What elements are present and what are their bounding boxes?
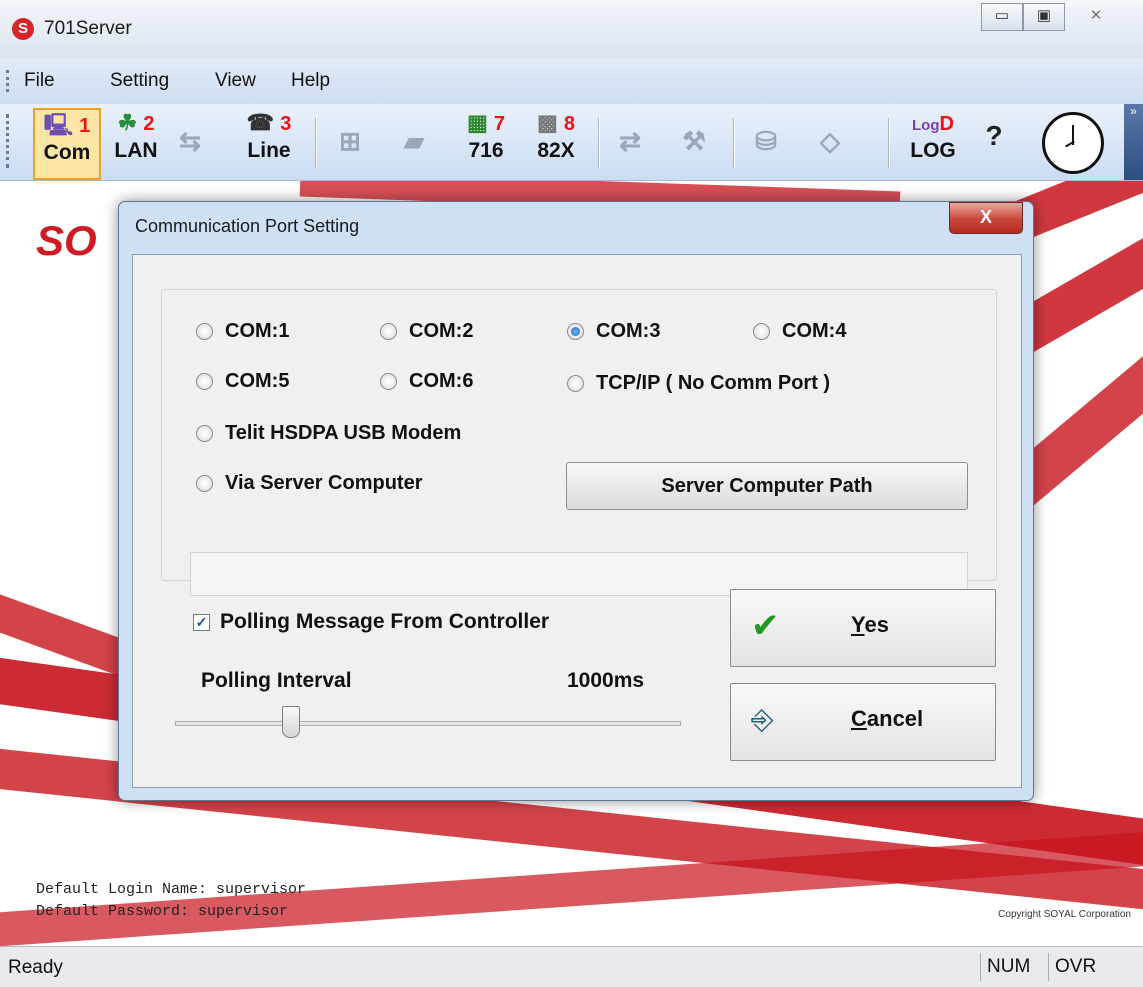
status-num: NUM: [980, 953, 1048, 981]
login-info: Default Login Name: supervisor Default P…: [36, 879, 306, 923]
log-icon: Log: [912, 117, 940, 134]
toolbar-716-button[interactable]: ▦ 7 716: [456, 108, 516, 176]
network-icon: ☘: [117, 110, 138, 135]
toolbar-82x-button[interactable]: ▩ 8 82X: [526, 108, 586, 176]
transfer-icon: ⇄: [619, 126, 641, 156]
server-computer-path-button[interactable]: Server Computer Path: [566, 462, 968, 510]
communication-port-dialog: Communication Port Setting X COM:1 COM:2…: [118, 201, 1034, 801]
toolbar-separator: [888, 118, 890, 168]
dialog-body: COM:1 COM:2 COM:3 COM:4 COM:5 COM:6 TCP/…: [132, 254, 1022, 788]
minimize-button[interactable]: ▭: [981, 3, 1023, 31]
status-text: Ready: [8, 957, 63, 978]
radio-button[interactable]: [196, 323, 213, 340]
toolbar-com-button[interactable]: 🖳 1 Com: [33, 108, 101, 180]
clock-icon[interactable]: [1042, 112, 1104, 174]
polling-checkbox-row[interactable]: ✓ Polling Message From Controller: [193, 610, 549, 634]
toolbar-log-button[interactable]: LogD LOG: [902, 108, 964, 176]
radio-button[interactable]: [380, 373, 397, 390]
radio-button-selected[interactable]: [567, 323, 584, 340]
toolbar-separator: [733, 118, 735, 168]
toolbar-lan-button[interactable]: ☘ 2 LAN: [107, 108, 165, 176]
toolbar-help-button[interactable]: ?: [974, 120, 1014, 188]
overflow-icon: »: [1130, 104, 1137, 118]
yes-button[interactable]: ✔ Yes: [730, 589, 996, 667]
menu-bar: File Setting View Help: [0, 58, 1143, 104]
server-icon: ⊞: [339, 126, 361, 156]
link-icon: ⇆: [179, 126, 201, 156]
keypad-82x-icon: ▩: [536, 110, 558, 135]
polling-interval-label: Polling Interval: [201, 669, 352, 692]
polling-checkbox-label: Polling Message From Controller: [220, 610, 550, 633]
polling-checkbox[interactable]: ✓: [193, 613, 210, 631]
radio-telit-modem[interactable]: Telit HSDPA USB Modem: [196, 422, 461, 445]
logo-text: SO: [36, 217, 97, 264]
password-hint: Default Password: supervisor: [36, 903, 289, 920]
dialog-title: Communication Port Setting: [135, 216, 360, 236]
login-name-hint: Default Login Name: supervisor: [36, 881, 307, 898]
dialog-close-button[interactable]: X: [949, 202, 1023, 234]
polling-interval-value: 1000ms: [567, 669, 645, 692]
radio-com2[interactable]: COM:2: [380, 320, 473, 343]
radio-com6[interactable]: COM:6: [380, 370, 473, 393]
maximize-button[interactable]: ▣: [1023, 3, 1065, 31]
status-ovr: OVR: [1048, 953, 1108, 981]
radio-button[interactable]: [196, 425, 213, 442]
radio-com3[interactable]: COM:3: [567, 320, 660, 343]
diamond-icon: ◇: [820, 126, 840, 156]
title-bar: S 701Server ▭ ▣ ✕: [0, 0, 1143, 58]
radio-button[interactable]: [567, 375, 584, 392]
radio-com4[interactable]: COM:4: [753, 320, 846, 343]
toolbar-grip[interactable]: [6, 114, 9, 168]
exit-door-icon: ⎆: [751, 704, 774, 735]
menu-help[interactable]: Help: [291, 70, 330, 92]
toolbar-separator: [315, 118, 317, 168]
window-controls: ▭ ▣ ✕: [981, 3, 1127, 31]
radio-com5[interactable]: COM:5: [196, 370, 289, 393]
menu-file[interactable]: File: [24, 70, 55, 92]
close-icon: X: [979, 207, 992, 227]
radio-button[interactable]: [380, 323, 397, 340]
help-icon: ?: [985, 120, 1003, 151]
card-icon: ▰: [404, 126, 424, 156]
board-716-icon: ▦: [466, 110, 488, 135]
menu-grip[interactable]: [6, 70, 12, 92]
toolbar-overflow-button[interactable]: »: [1124, 104, 1143, 180]
radio-tcpip[interactable]: TCP/IP ( No Comm Port ): [567, 372, 830, 395]
menu-setting[interactable]: Setting: [110, 70, 169, 92]
copyright-text: Copyright SOYAL Corporation: [998, 909, 1131, 920]
radio-via-server[interactable]: Via Server Computer: [196, 472, 423, 495]
cancel-button[interactable]: ⎆ Cancel: [730, 683, 996, 761]
radio-button[interactable]: [753, 323, 770, 340]
radio-button[interactable]: [196, 373, 213, 390]
toolbar-line-button[interactable]: ☎ 3 Line: [238, 108, 300, 176]
toolbar-separator: [598, 118, 600, 168]
app-icon: S: [12, 18, 34, 40]
close-button[interactable]: ✕: [1065, 3, 1127, 31]
radio-com1[interactable]: COM:1: [196, 320, 289, 343]
radio-button[interactable]: [196, 475, 213, 492]
polling-interval-slider-thumb[interactable]: [282, 706, 301, 738]
disk-icon: ⛁: [755, 126, 777, 156]
tools-icon: ⚒: [682, 126, 706, 156]
computer-icon: 🖳: [43, 112, 74, 137]
menu-view[interactable]: View: [215, 70, 256, 92]
polling-interval-slider-track[interactable]: [175, 721, 681, 726]
toolbar: 🖳 1 Com ☘ 2 LAN ⇆ ☎ 3 Line ⊞ ▰ ▦ 7 716 ▩…: [0, 104, 1143, 181]
port-group: COM:1 COM:2 COM:3 COM:4 COM:5 COM:6 TCP/…: [161, 289, 997, 596]
status-bar: Ready NUM OVR: [0, 946, 1143, 987]
checkmark-icon: ✔: [751, 607, 780, 645]
line-icon: ☎: [246, 110, 275, 135]
window-title: 701Server: [44, 18, 132, 39]
